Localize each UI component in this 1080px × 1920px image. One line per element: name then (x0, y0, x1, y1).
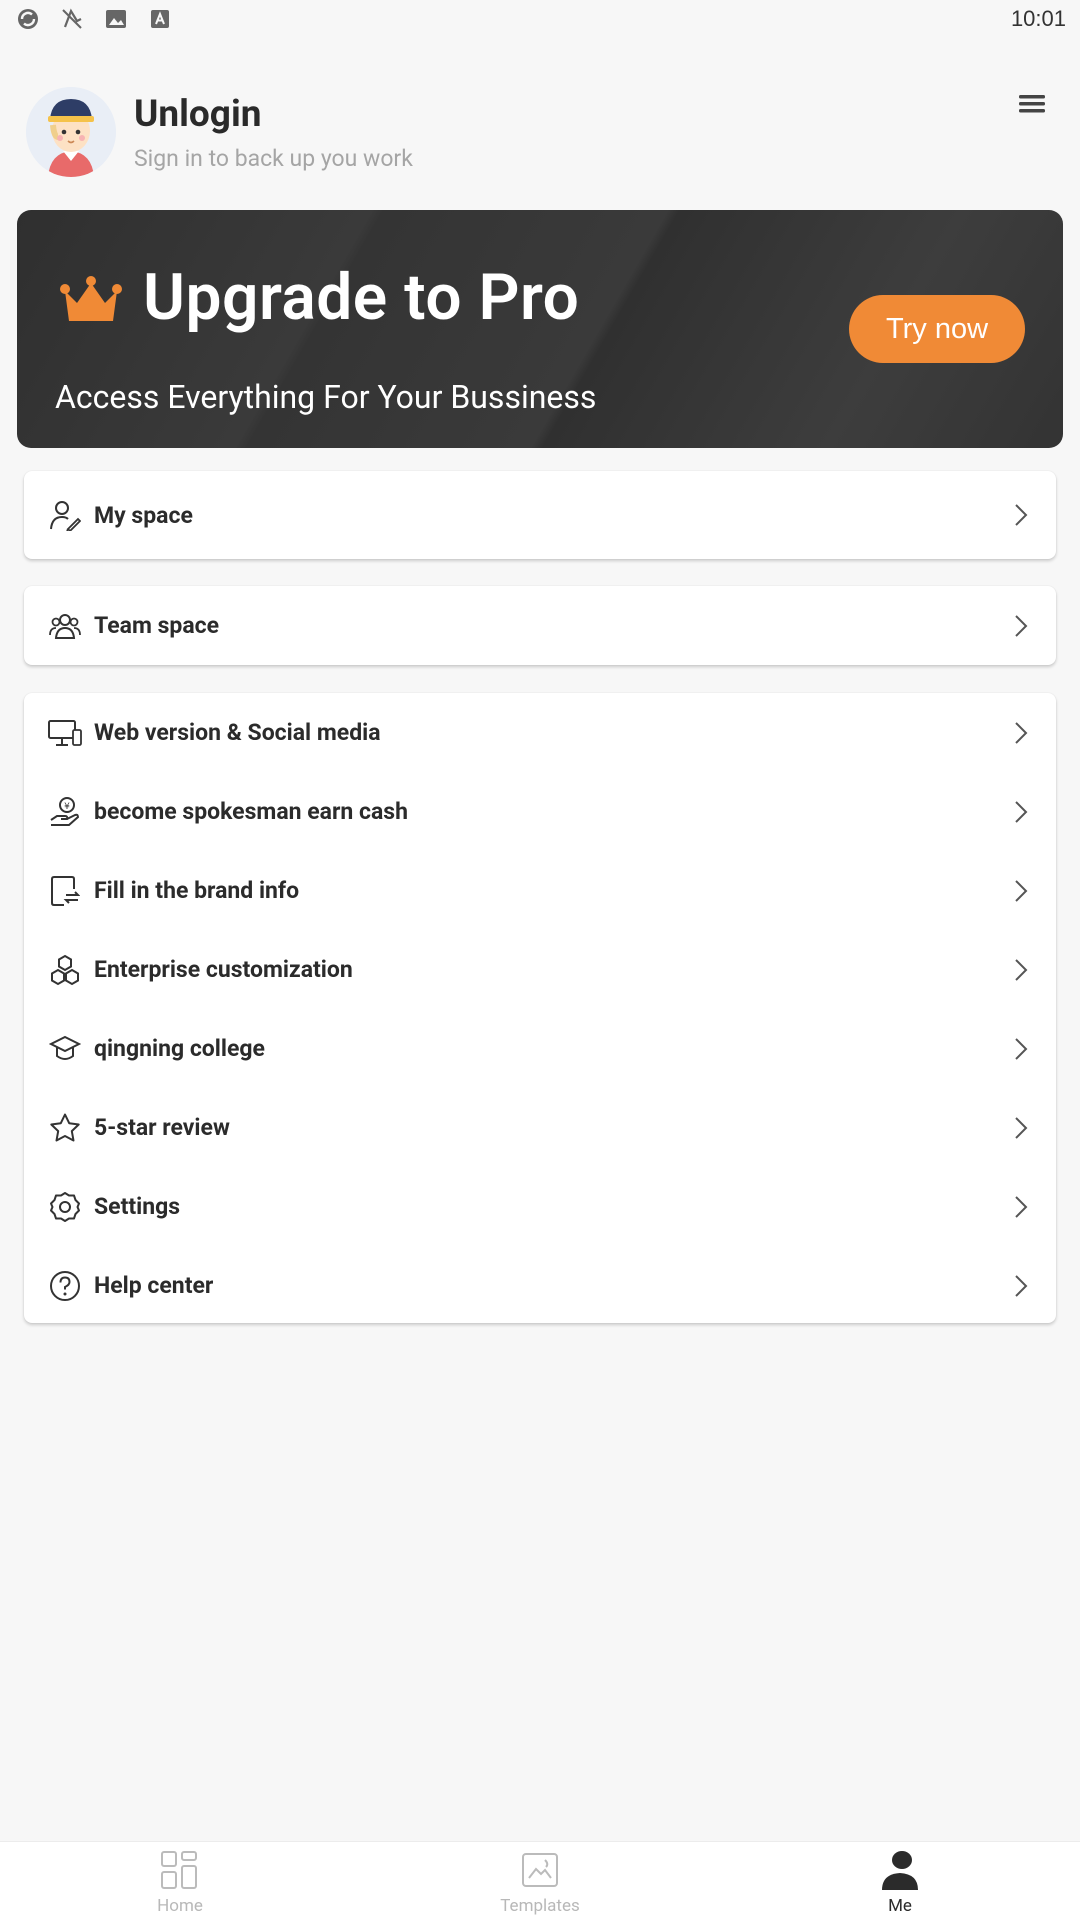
question-icon (48, 1269, 82, 1303)
chevron-right-icon (1012, 799, 1030, 825)
user-edit-icon (48, 498, 82, 532)
hexagons-icon (48, 953, 82, 987)
menu-item-label: 5-star review (94, 1114, 230, 1141)
menu-item-college[interactable]: qingning college (24, 1009, 1056, 1088)
upgrade-banner[interactable]: Upgrade to Pro Access Everything For You… (17, 210, 1063, 448)
nav-home-label: Home (157, 1896, 203, 1916)
chevron-right-icon (1012, 878, 1030, 904)
desktop-icon (48, 716, 82, 750)
banner-subtitle: Access Everything For Your Bussiness (55, 378, 597, 416)
my-space-card: My space (24, 471, 1056, 559)
menu-item-label: become spokesman earn cash (94, 798, 409, 825)
menu-item-label: Fill in the brand info (94, 877, 300, 904)
my-space-label: My space (94, 501, 193, 529)
text-icon (148, 7, 172, 31)
nav-home[interactable]: Home (0, 1842, 360, 1920)
team-space-label: Team space (94, 612, 220, 639)
status-icons (16, 7, 172, 31)
menu-item-label: Settings (94, 1193, 181, 1220)
profile-subtitle: Sign in to back up you work (134, 144, 413, 172)
team-space-row[interactable]: Team space (24, 586, 1056, 665)
team-space-card: Team space (24, 586, 1056, 665)
menu-item-settings[interactable]: Settings (24, 1167, 1056, 1246)
menu-item-help[interactable]: Help center (24, 1246, 1056, 1325)
status-time: 10:01 (1010, 6, 1066, 31)
menu-item-label: Enterprise customization (94, 956, 353, 983)
nav-me-label: Me (888, 1896, 912, 1916)
bottom-navigation: Home Templates Me (0, 1841, 1080, 1920)
team-icon (48, 609, 82, 643)
user-icon (880, 1850, 920, 1890)
menu-item-brand-info[interactable]: Fill in the brand info (24, 851, 1056, 930)
sync-icon (16, 7, 40, 31)
hand-coin-icon: ¥ (48, 795, 82, 829)
image-icon (104, 7, 128, 31)
menu-list-card: Web version & Social media ¥ become spok… (24, 693, 1056, 1323)
menu-item-enterprise[interactable]: Enterprise customization (24, 930, 1056, 1009)
hamburger-menu-icon[interactable] (1014, 86, 1050, 122)
menu-item-spokesman[interactable]: ¥ become spokesman earn cash (24, 772, 1056, 851)
my-space-row[interactable]: My space (24, 471, 1056, 559)
profile-name[interactable]: Unlogin (134, 93, 413, 137)
crown-icon (59, 270, 123, 326)
banner-title-row: Upgrade to Pro (59, 260, 579, 335)
chevron-right-icon (1012, 720, 1030, 746)
banner-title: Upgrade to Pro (143, 260, 580, 335)
brand-form-icon (48, 874, 82, 908)
menu-item-web-version[interactable]: Web version & Social media (24, 693, 1056, 772)
menu-item-label: Web version & Social media (94, 719, 381, 746)
star-icon (48, 1111, 82, 1145)
home-grid-icon (160, 1850, 200, 1890)
chevron-right-icon (1012, 1036, 1030, 1062)
nav-me[interactable]: Me (720, 1842, 1080, 1920)
chevron-right-icon (1012, 957, 1030, 983)
chevron-right-icon (1012, 1273, 1030, 1299)
profile-text: Unlogin Sign in to back up you work (134, 93, 413, 172)
profile-header[interactable]: Unlogin Sign in to back up you work (26, 86, 1056, 178)
nav-templates[interactable]: Templates (360, 1842, 720, 1920)
menu-item-label: qingning college (94, 1035, 265, 1062)
chevron-right-icon (1012, 1194, 1030, 1220)
menu-item-review[interactable]: 5-star review (24, 1088, 1056, 1167)
svg-text:¥: ¥ (64, 802, 70, 812)
nav-templates-label: Templates (500, 1896, 580, 1916)
graduation-cap-icon (48, 1032, 82, 1066)
gear-icon (48, 1190, 82, 1224)
chevron-right-icon (1012, 613, 1030, 639)
mute-icon (60, 7, 84, 31)
avatar[interactable] (26, 87, 116, 177)
chevron-right-icon (1012, 1115, 1030, 1141)
menu-item-label: Help center (94, 1272, 214, 1299)
try-now-button[interactable]: Try now (849, 295, 1025, 363)
chevron-right-icon (1012, 502, 1030, 528)
templates-image-icon (520, 1850, 560, 1890)
status-bar: 10:01 (0, 0, 1080, 38)
